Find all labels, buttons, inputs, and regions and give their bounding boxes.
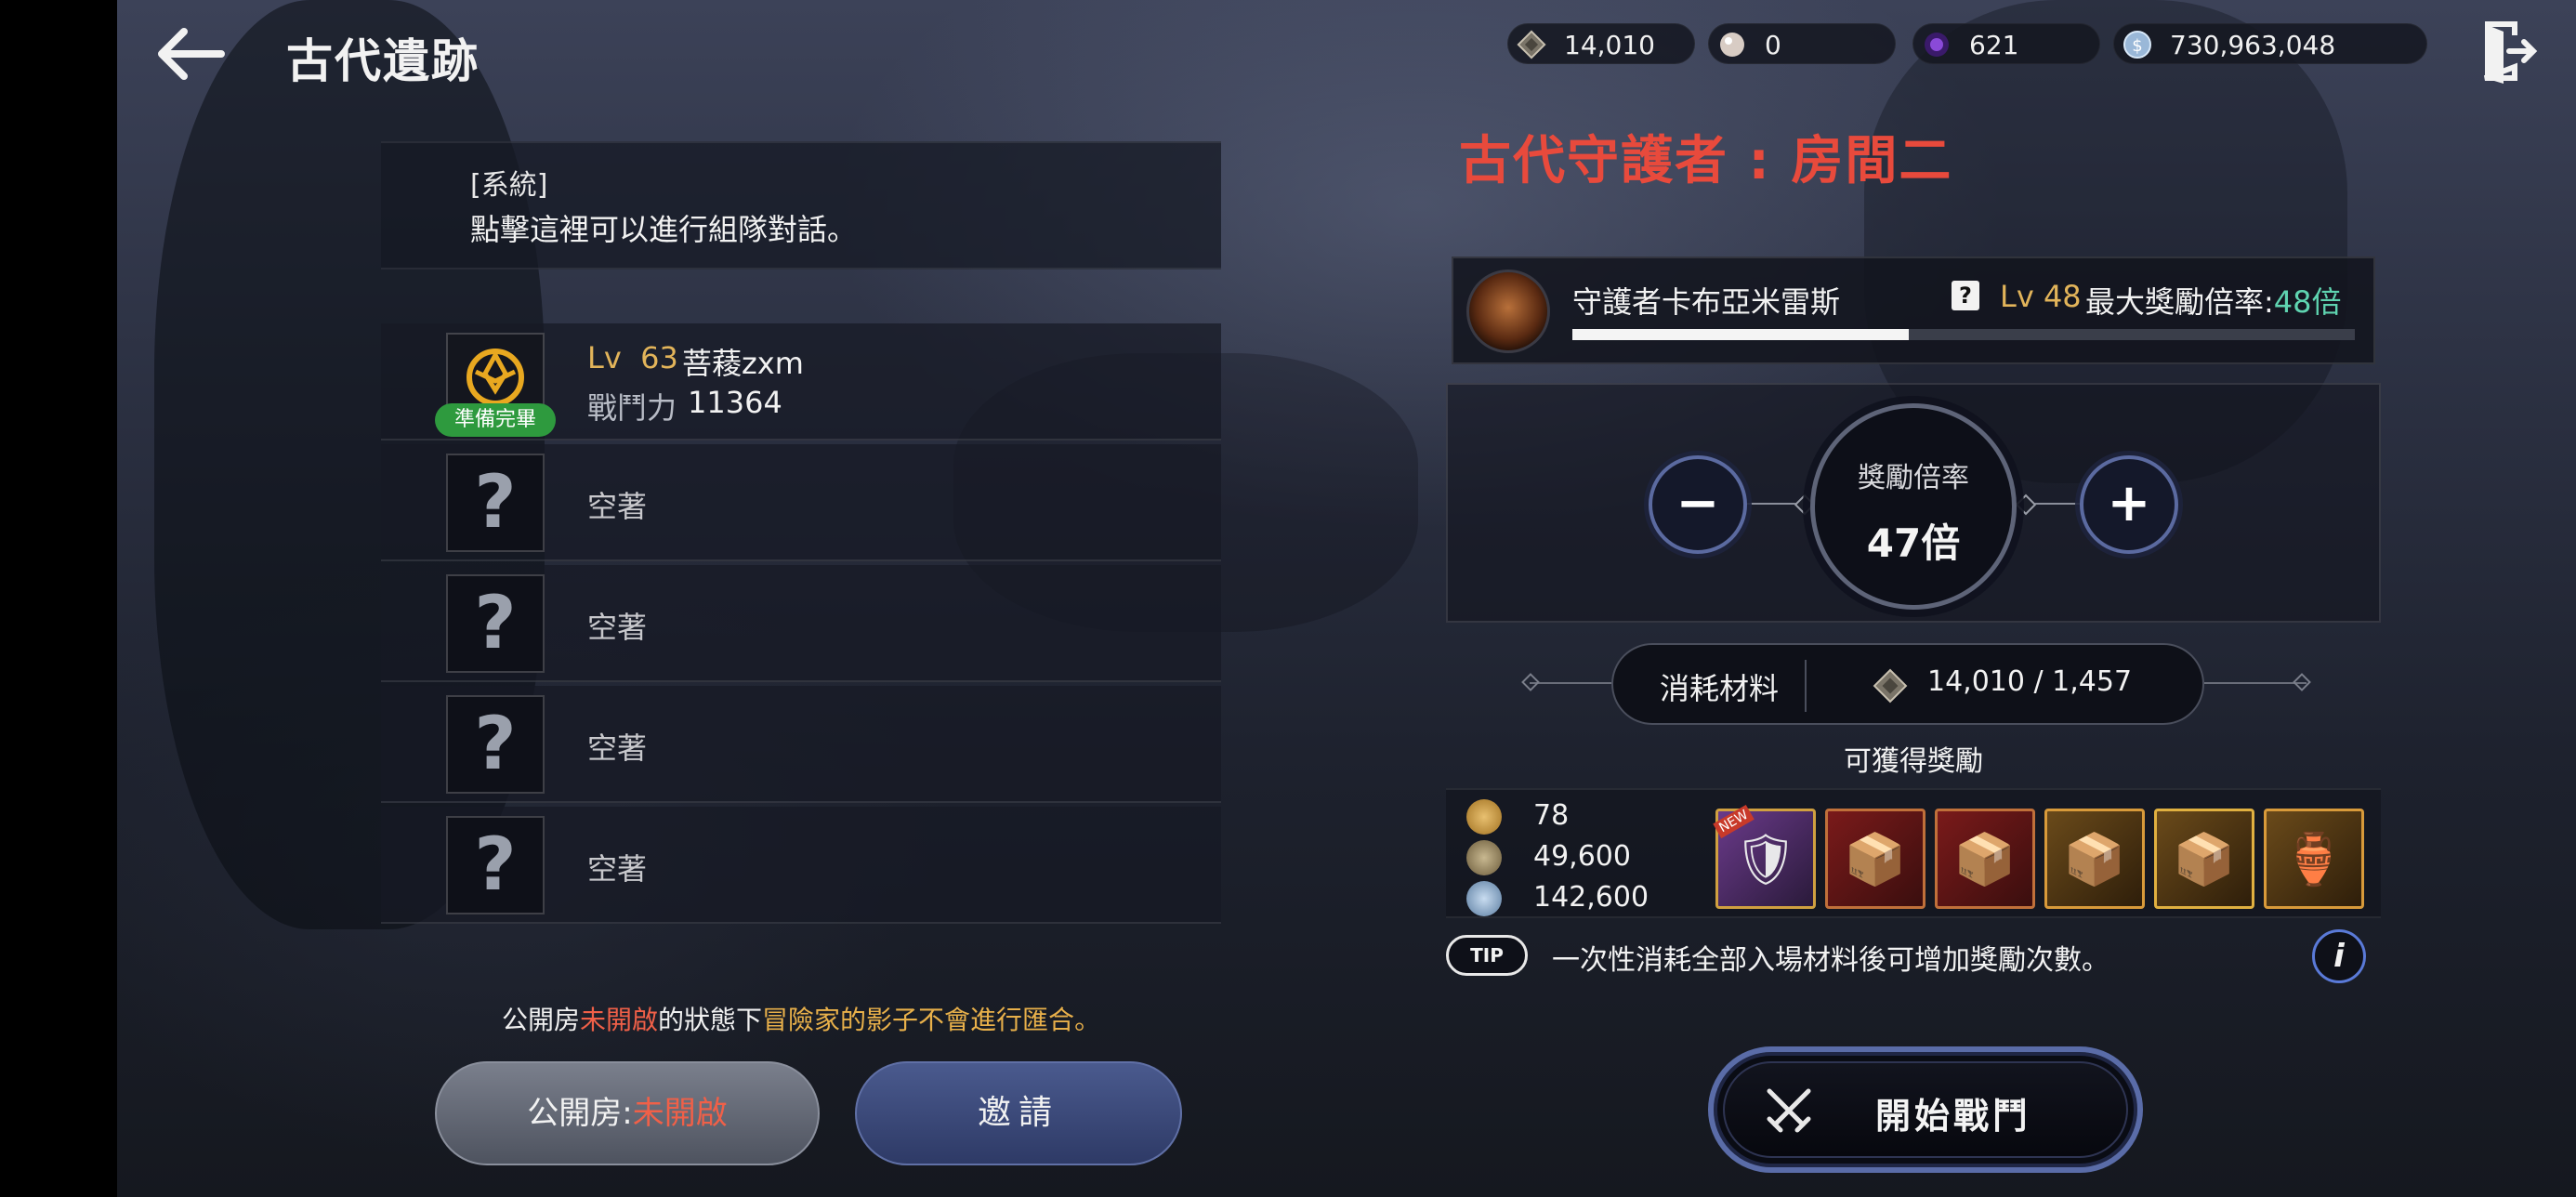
exit-door-icon <box>2483 21 2538 84</box>
boss-card: 守護者卡布亞米雷斯 ? Lv 48 最大獎勵倍率:48倍 <box>1452 256 2375 364</box>
member-level: Lv 63 <box>587 340 678 375</box>
public-room-toggle-button[interactable]: 公開房:未開啟 <box>435 1061 820 1165</box>
question-mark-icon: ? <box>474 461 517 545</box>
chest-icon: 📦 <box>1953 830 2017 888</box>
currency-purple-orb: 621 <box>1912 23 2100 64</box>
info-icon[interactable]: i <box>2312 929 2366 983</box>
boss-progress-fill <box>1572 329 1910 340</box>
party-chat-box[interactable]: [系統] 點擊這裡可以進行組隊對話。 <box>381 141 1221 270</box>
invite-button[interactable]: 邀請 <box>855 1061 1182 1165</box>
system-tag: [系統] <box>470 169 548 202</box>
boss-level: Lv 48 <box>2000 279 2082 314</box>
empty-slot-label: 空著 <box>587 489 648 524</box>
multiplier-panel: − 獎勵倍率 47倍 + <box>1446 383 2381 623</box>
boss-name: 守護者卡布亞米雷斯 <box>1572 284 1841 320</box>
material-label: 消耗材料 <box>1660 671 1780 706</box>
exit-button[interactable] <box>2472 17 2541 86</box>
empty-portrait: ? <box>446 816 545 914</box>
back-button[interactable] <box>149 20 232 87</box>
boss-progress-bar <box>1572 329 2355 340</box>
ready-status-badge: 準備完畢 <box>435 403 556 437</box>
reward-item-armor[interactable]: 🛡 NEW <box>1713 804 1816 909</box>
empty-slot-label: 空著 <box>587 730 648 766</box>
question-mark-icon: ? <box>474 823 517 907</box>
empty-portrait: ? <box>446 574 545 673</box>
currency-silver: $ 730,963,048 <box>2113 23 2427 64</box>
gem-token-icon <box>1873 668 1908 704</box>
divider-line <box>1530 682 1611 684</box>
rewards-label: 可獲得獎勵 <box>1844 745 1983 778</box>
exp-icon <box>1466 840 1502 875</box>
boss-avatar <box>1466 270 1550 353</box>
diamond-ornament <box>2015 493 2037 516</box>
tip-badge: TIP <box>1446 935 1528 976</box>
empty-portrait: ? <box>446 454 545 552</box>
dungeon-title: 古代守護者 : 房間二 <box>1459 131 1953 191</box>
reward-item-chest[interactable]: 📦 <box>2154 809 2254 909</box>
arrow-left-icon <box>158 28 225 80</box>
start-battle-label: 開始戰鬥 <box>1875 1096 2032 1137</box>
party-list: 準備完畢 Lv 63 菩薐zxm 戰鬥力 11364 ? 空著 ? 空著 ? 空… <box>381 323 1221 927</box>
rewards-box: 78 49,600 142,600 🛡 NEW 📦 📦 📦 📦 🏺 <box>1446 788 2381 918</box>
system-message: 點擊這裡可以進行組隊對話。 <box>470 212 858 247</box>
purple-orb-icon <box>1925 33 1949 57</box>
silver-coin-icon <box>1466 881 1502 916</box>
start-battle-inner: 開始戰鬥 <box>1723 1061 2128 1158</box>
public-room-notice: 公開房未開啟的狀態下冒險家的影子不會進行匯合。 <box>502 1005 1101 1035</box>
chest-icon: 📦 <box>2173 830 2236 888</box>
member-name: 菩薐zxm <box>682 346 804 381</box>
empty-slot-label: 空著 <box>587 851 648 887</box>
chest-icon: 📦 <box>1844 830 1907 888</box>
reward-item-chest[interactable]: 📦 <box>1825 809 1925 909</box>
party-slot-empty[interactable]: ? 空著 <box>381 565 1221 682</box>
tip-text: 一次性消耗全部入場材料後可增加獎勵次數。 <box>1552 944 2109 977</box>
party-slot-empty[interactable]: ? 空著 <box>381 807 1221 924</box>
question-mark-icon: ? <box>474 582 517 665</box>
party-slot-empty[interactable]: ? 空著 <box>381 686 1221 803</box>
reward-item-chest[interactable]: 📦 <box>1935 809 2035 909</box>
currency-gem: 14,010 <box>1507 23 1695 64</box>
jar-icon: 🏺 <box>2282 830 2346 888</box>
page-title: 古代遺跡 <box>286 34 480 88</box>
silver-coin-icon: $ <box>2123 31 2151 59</box>
left-black-bar <box>0 0 117 1197</box>
max-multiplier: 最大獎勵倍率:48倍 <box>2085 284 2342 320</box>
decrease-multiplier-button[interactable]: − <box>1649 455 1747 554</box>
help-icon[interactable]: ? <box>1952 281 1979 310</box>
currency-pearl: 0 <box>1708 23 1896 64</box>
empty-portrait: ? <box>446 695 545 794</box>
multiplier-label: 獎勵倍率 <box>1858 462 1969 494</box>
empty-slot-label: 空著 <box>587 610 648 645</box>
consume-material-pill: 消耗材料 14,010 / 1,457 <box>1611 643 2204 725</box>
reward-item-chest[interactable]: 📦 <box>2044 809 2145 909</box>
party-slot-member[interactable]: 準備完畢 Lv 63 菩薐zxm 戰鬥力 11364 <box>381 323 1221 441</box>
gem-token-icon <box>1517 30 1546 59</box>
gold-medal-icon <box>1466 799 1502 835</box>
start-battle-button[interactable]: 開始戰鬥 <box>1708 1046 2143 1173</box>
chest-icon: 📦 <box>2063 830 2126 888</box>
pearl-icon <box>1720 33 1744 57</box>
divider-line <box>2204 682 2307 684</box>
svg-text:$: $ <box>2132 36 2142 56</box>
combat-power-value: 11364 <box>688 385 782 420</box>
question-mark-icon: ? <box>474 703 517 786</box>
party-slot-empty[interactable]: ? 空著 <box>381 444 1221 561</box>
combat-power-label: 戰鬥力 <box>587 390 677 426</box>
multiplier-display: 獎勵倍率 47倍 <box>1810 403 2017 610</box>
material-value: 14,010 / 1,457 <box>1927 665 2133 698</box>
crossed-swords-icon <box>1767 1088 1811 1133</box>
increase-multiplier-button[interactable]: + <box>2080 455 2178 554</box>
multiplier-value: 47倍 <box>1866 520 1961 566</box>
divider <box>1805 660 1807 712</box>
reward-item-jar[interactable]: 🏺 <box>2264 809 2364 909</box>
